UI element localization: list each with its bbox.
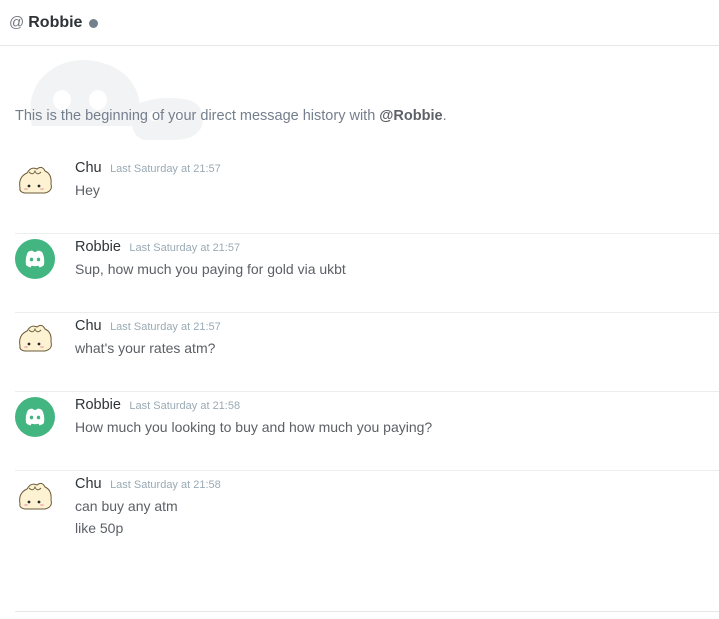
at-symbol: @: [9, 14, 25, 31]
discord-watermark-icon: [30, 60, 203, 140]
message-text: Sup, how much you paying for gold via uk…: [75, 261, 346, 277]
message-text: what's your rates atm?: [75, 340, 216, 356]
message-timestamp: Last Saturday at 21:58: [110, 479, 221, 491]
dumpling-avatar-icon[interactable]: [15, 476, 55, 516]
message-text: How much you looking to buy and how much…: [75, 419, 433, 435]
intro-suffix: .: [442, 108, 447, 124]
intro-mention[interactable]: @Robbie: [379, 108, 442, 124]
message-timestamp: Last Saturday at 21:57: [110, 321, 221, 333]
message-author[interactable]: Chu: [75, 160, 102, 176]
message-author[interactable]: Robbie: [75, 239, 121, 255]
message-group: Chu Last Saturday at 21:57 what's your r…: [0, 313, 719, 392]
message-author[interactable]: Chu: [75, 476, 102, 492]
message-list: Chu Last Saturday at 21:57 Hey Robbie La…: [0, 155, 719, 571]
message-text: like 50p: [75, 520, 124, 536]
message-timestamp: Last Saturday at 21:58: [129, 400, 241, 412]
message-group: Chu Last Saturday at 21:58 can buy any a…: [0, 471, 719, 571]
status-dot-icon: [89, 19, 99, 28]
message-group: Chu Last Saturday at 21:57 Hey: [0, 155, 719, 234]
dumpling-avatar-icon[interactable]: [15, 160, 55, 200]
message-timestamp: Last Saturday at 21:57: [110, 163, 221, 175]
message-timestamp: Last Saturday at 21:57: [129, 242, 241, 254]
dm-intro-text: This is the beginning of your direct mes…: [15, 108, 447, 124]
discord-logo-avatar-icon[interactable]: [15, 397, 55, 437]
message-text: can buy any atm: [75, 498, 178, 514]
dumpling-avatar-icon[interactable]: [15, 318, 55, 358]
discord-logo-avatar-icon[interactable]: [15, 239, 55, 279]
composer-divider: [15, 611, 719, 612]
message-author[interactable]: Chu: [75, 318, 102, 334]
message-author[interactable]: Robbie: [75, 397, 121, 413]
message-group: Robbie Last Saturday at 21:58 How much y…: [0, 392, 719, 471]
message-text: Hey: [75, 182, 100, 198]
dm-username[interactable]: Robbie: [28, 14, 82, 32]
intro-prefix: This is the beginning of your direct mes…: [15, 108, 380, 124]
channel-header: @ Robbie: [0, 0, 719, 46]
message-group: Robbie Last Saturday at 21:57 Sup, how m…: [0, 234, 719, 313]
